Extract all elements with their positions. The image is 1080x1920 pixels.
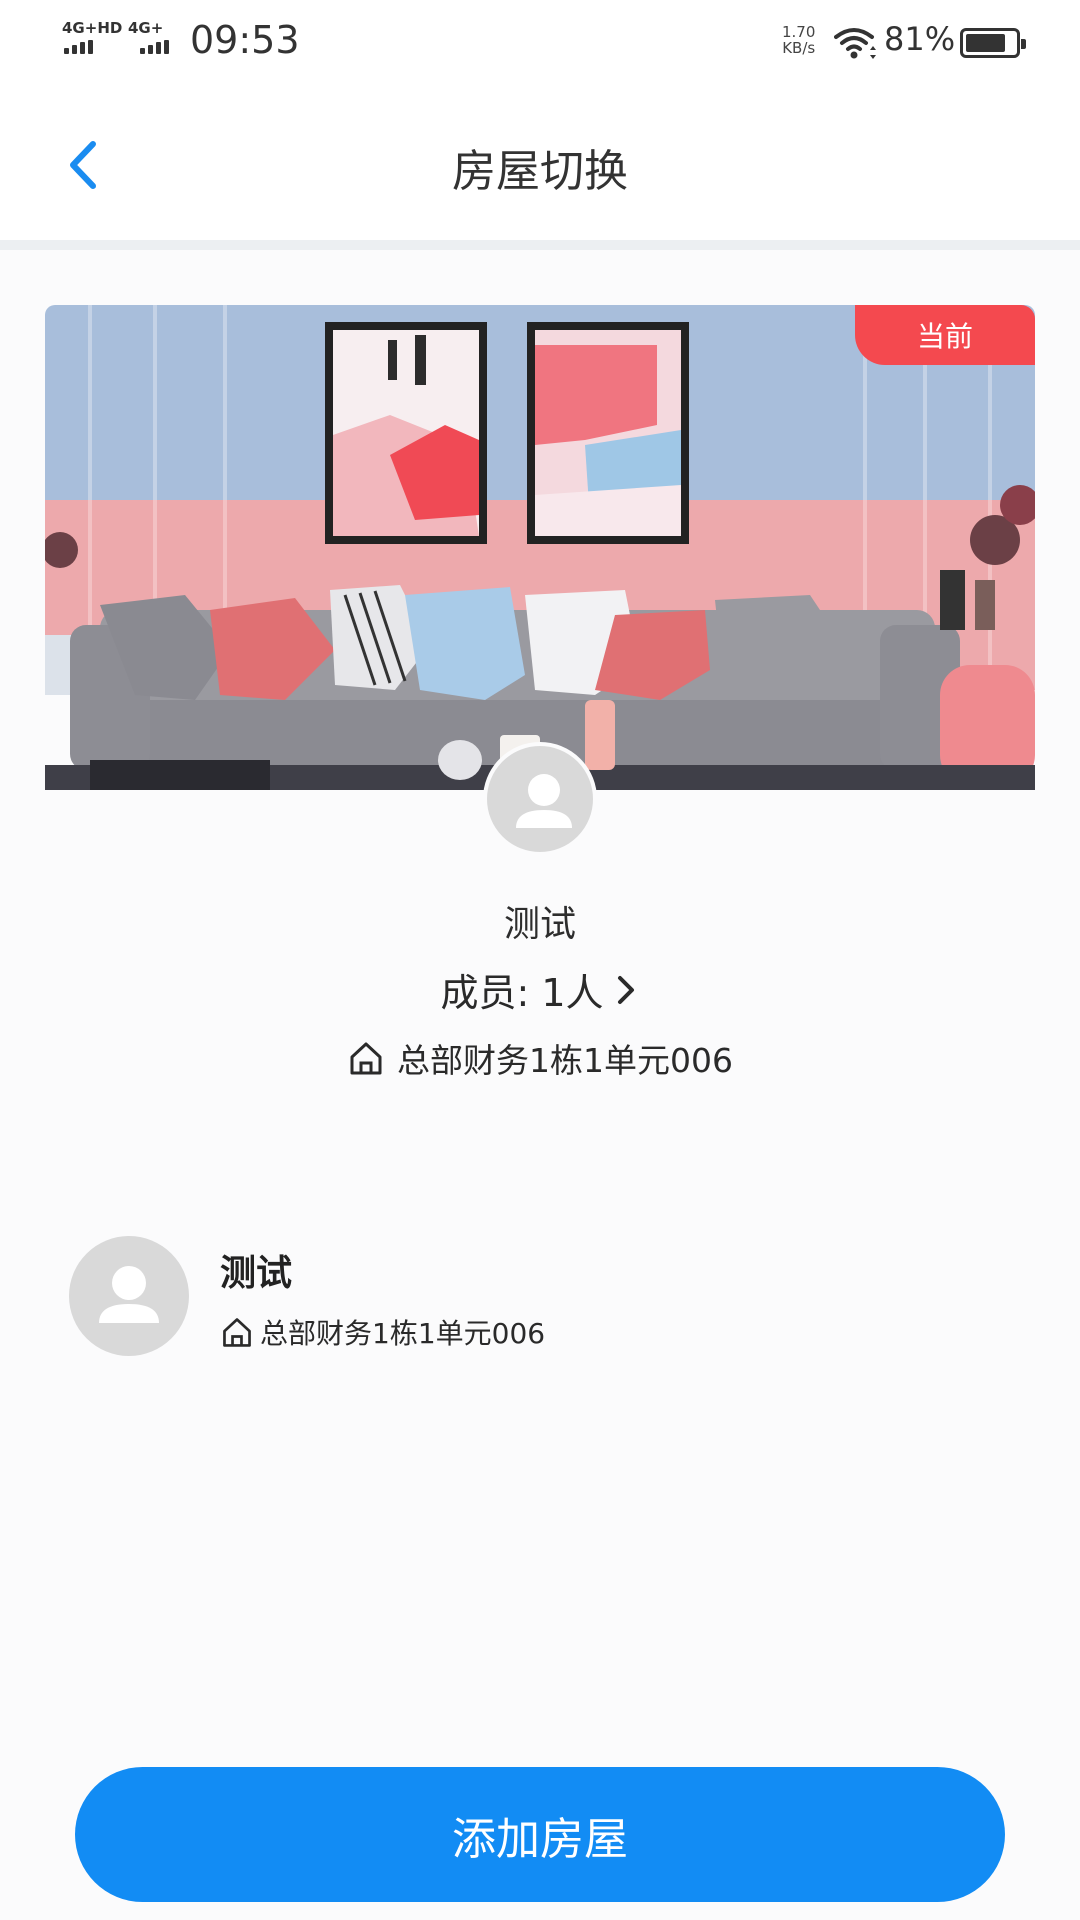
page-title: 房屋切换	[452, 146, 628, 197]
battery-icon	[960, 28, 1026, 58]
network-speed-value: 1.70	[782, 23, 816, 41]
living-room-illustration	[45, 305, 1035, 790]
house-list-item[interactable]: 测试 总部财务1栋1单元006	[45, 1220, 1035, 1370]
house-item-address-text: 总部财务1栋1单元006	[260, 1317, 546, 1350]
house-item-avatar	[69, 1236, 189, 1356]
chevron-right-icon	[617, 975, 634, 1004]
network-label-1: 4G+HD	[62, 19, 123, 37]
network-speed: 1.70 KB/s	[782, 24, 815, 56]
status-time: 09:53	[190, 18, 300, 62]
current-house-address: 总部财务1栋1单元006	[0, 1034, 1080, 1082]
members-link[interactable]: 成员: 1人	[0, 962, 1080, 1017]
user-icon	[99, 1266, 159, 1323]
signal-bars-1-icon	[64, 40, 93, 54]
house-item-name: 测试	[220, 1253, 293, 1294]
house-switch-page: 4G+HD 4G+ 09:53 1.70 KB/s 81% 房屋切换 当前 测试…	[0, 0, 1080, 1920]
user-icon	[516, 774, 572, 828]
house-banner-image: 当前	[45, 305, 1035, 790]
status-bar: 4G+HD 4G+ 09:53 1.70 KB/s 81%	[0, 0, 1080, 90]
network-speed-unit: KB/s	[782, 39, 816, 57]
wifi-icon	[834, 28, 876, 59]
battery-percent: 81%	[884, 20, 956, 58]
network-label-2: 4G+	[128, 19, 164, 37]
current-house-address-text: 总部财务1栋1单元006	[397, 1041, 733, 1080]
home-icon	[350, 1042, 382, 1075]
current-house-name: 测试	[503, 904, 576, 945]
current-badge: 当前	[855, 305, 1035, 365]
battery-level-fill	[966, 34, 1005, 52]
nav-bar: 房屋切换	[0, 90, 1080, 250]
current-house-avatar	[483, 742, 597, 856]
add-house-button[interactable]: 添加房屋	[75, 1767, 1005, 1902]
signal-bars-2-icon	[140, 40, 169, 54]
home-icon	[223, 1318, 251, 1347]
house-item-address: 总部财务1栋1单元006	[220, 1312, 545, 1352]
members-label: 成员: 1人	[440, 971, 604, 1015]
